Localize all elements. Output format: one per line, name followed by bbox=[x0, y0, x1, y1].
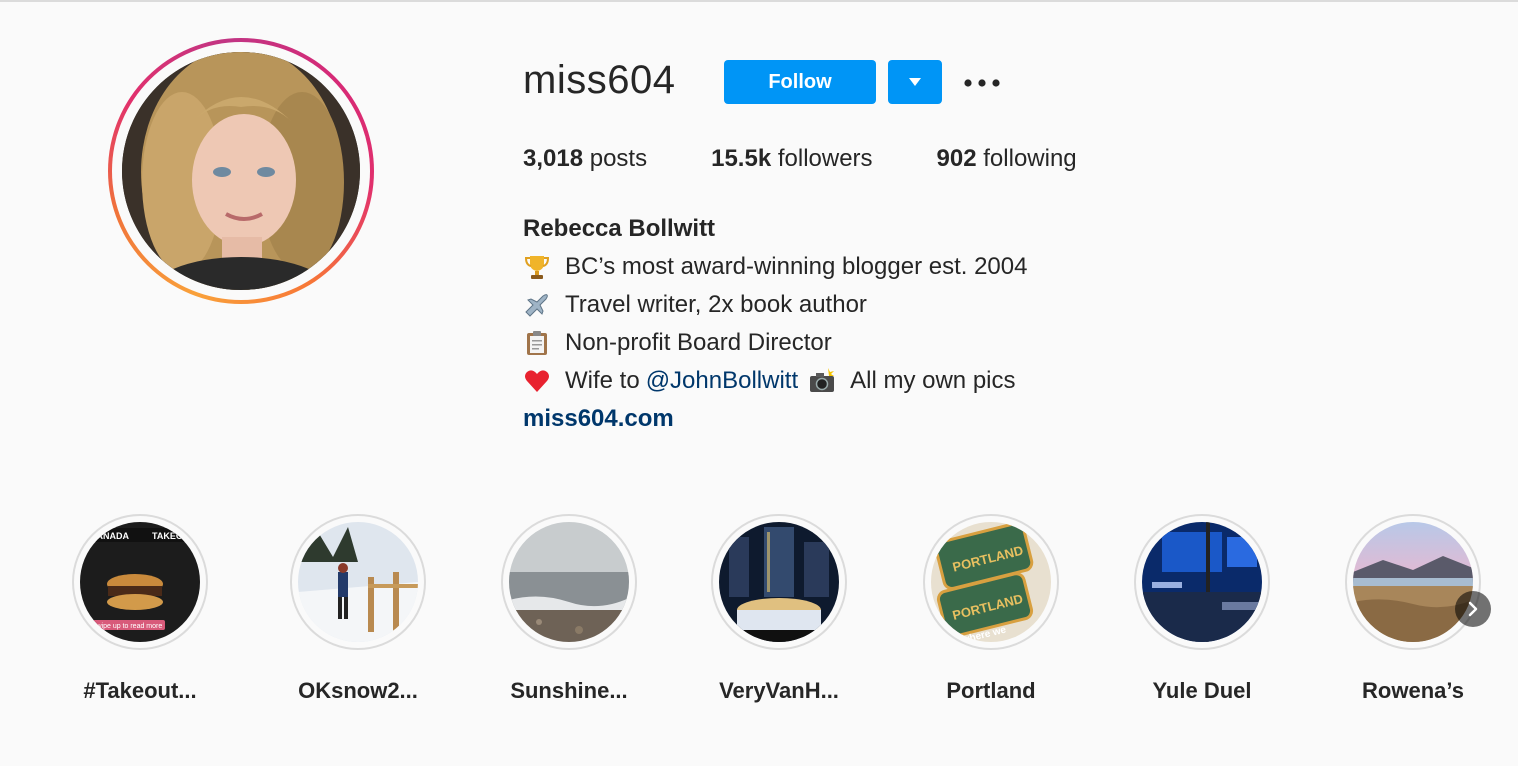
full-name: Rebecca Bollwitt bbox=[523, 215, 716, 242]
more-dots-icon bbox=[964, 79, 1000, 87]
highlight-thumbnail: CANADA TAKEO swipe up to read more bbox=[80, 522, 200, 642]
suggested-dropdown-button[interactable] bbox=[888, 60, 942, 104]
highlight-label: Sunshine... bbox=[510, 678, 628, 703]
stat-label: following bbox=[983, 145, 1077, 172]
thumb-text: swipe up to read more bbox=[93, 623, 162, 630]
top-border bbox=[0, 0, 1518, 2]
highlight-label: OKsnow2... bbox=[298, 678, 418, 703]
highlight-thumbnail bbox=[719, 522, 839, 642]
website-link[interactable]: miss604.com bbox=[523, 400, 1027, 438]
profile-stats: 3,018 posts 15.5k followers 902 followin… bbox=[523, 145, 1141, 173]
avatar-photo bbox=[122, 52, 360, 290]
story-highlight[interactable]: VeryVanH... bbox=[711, 514, 847, 704]
stat-count: 15.5k bbox=[711, 145, 772, 172]
bio-line: Wife to @JohnBollwitt All my own pics bbox=[523, 362, 1027, 400]
highlight-thumbnail bbox=[509, 522, 629, 642]
highlights-next-button[interactable] bbox=[1455, 591, 1491, 627]
profile-bio: Rebecca Bollwitt BC’s most award-winning… bbox=[523, 210, 1027, 438]
bio-text: Travel writer, 2x book author bbox=[565, 291, 867, 318]
trophy-icon bbox=[524, 256, 550, 279]
stat-followers[interactable]: 15.5k followers bbox=[711, 145, 872, 173]
bio-text: All my own pics bbox=[850, 367, 1016, 394]
highlight-thumbnail bbox=[298, 522, 418, 642]
highlight-label: VeryVanH... bbox=[719, 678, 839, 703]
story-highlight[interactable]: Sunshine... bbox=[501, 514, 637, 704]
stat-posts: 3,018 posts bbox=[523, 145, 647, 173]
story-highlight[interactable]: CANADA TAKEO swipe up to read more #Take… bbox=[72, 514, 208, 704]
stat-count: 902 bbox=[936, 145, 977, 172]
stat-label: followers bbox=[777, 145, 873, 172]
more-options-button[interactable] bbox=[960, 68, 1004, 98]
bio-text: BC’s most award-winning blogger est. 200… bbox=[565, 253, 1028, 280]
story-highlight[interactable]: Yule Duel bbox=[1134, 514, 1270, 704]
story-highlight[interactable]: PORTLAND PORTLAND where we Portland bbox=[923, 514, 1059, 704]
highlight-thumbnail bbox=[1142, 522, 1262, 642]
highlight-thumbnail: PORTLAND PORTLAND where we bbox=[931, 522, 1051, 642]
chevron-right-icon bbox=[1468, 601, 1478, 617]
highlight-label: Rowena’s bbox=[1362, 678, 1464, 703]
heart-icon bbox=[525, 370, 549, 392]
bio-line: Non-profit Board Director bbox=[523, 324, 1027, 362]
highlight-label: #Takeout... bbox=[83, 678, 197, 703]
caret-down-icon bbox=[909, 78, 921, 86]
mention-link[interactable]: @JohnBollwitt bbox=[646, 362, 798, 400]
story-highlight[interactable]: OKsnow2... bbox=[290, 514, 426, 704]
stat-label: posts bbox=[589, 145, 648, 172]
airplane-icon bbox=[525, 294, 548, 317]
stat-following[interactable]: 902 following bbox=[937, 145, 1077, 173]
highlight-thumbnail bbox=[1353, 522, 1473, 642]
bio-line: Travel writer, 2x book author bbox=[523, 286, 1027, 324]
profile-avatar[interactable] bbox=[108, 38, 374, 304]
username: miss604 bbox=[523, 58, 676, 102]
bio-text: Wife to bbox=[565, 367, 640, 394]
highlight-label: Portland bbox=[946, 678, 1036, 703]
thumb-text: CANADA bbox=[90, 531, 129, 541]
bio-text: Non-profit Board Director bbox=[565, 329, 832, 356]
bio-line: BC’s most award-winning blogger est. 200… bbox=[523, 248, 1027, 286]
camera-flash-icon bbox=[810, 368, 835, 392]
stat-count: 3,018 bbox=[523, 145, 584, 172]
highlight-label: Yule Duel bbox=[1152, 678, 1252, 703]
follow-button[interactable]: Follow bbox=[724, 60, 876, 104]
clipboard-icon bbox=[527, 331, 547, 355]
thumb-text: TAKEO bbox=[152, 531, 183, 541]
